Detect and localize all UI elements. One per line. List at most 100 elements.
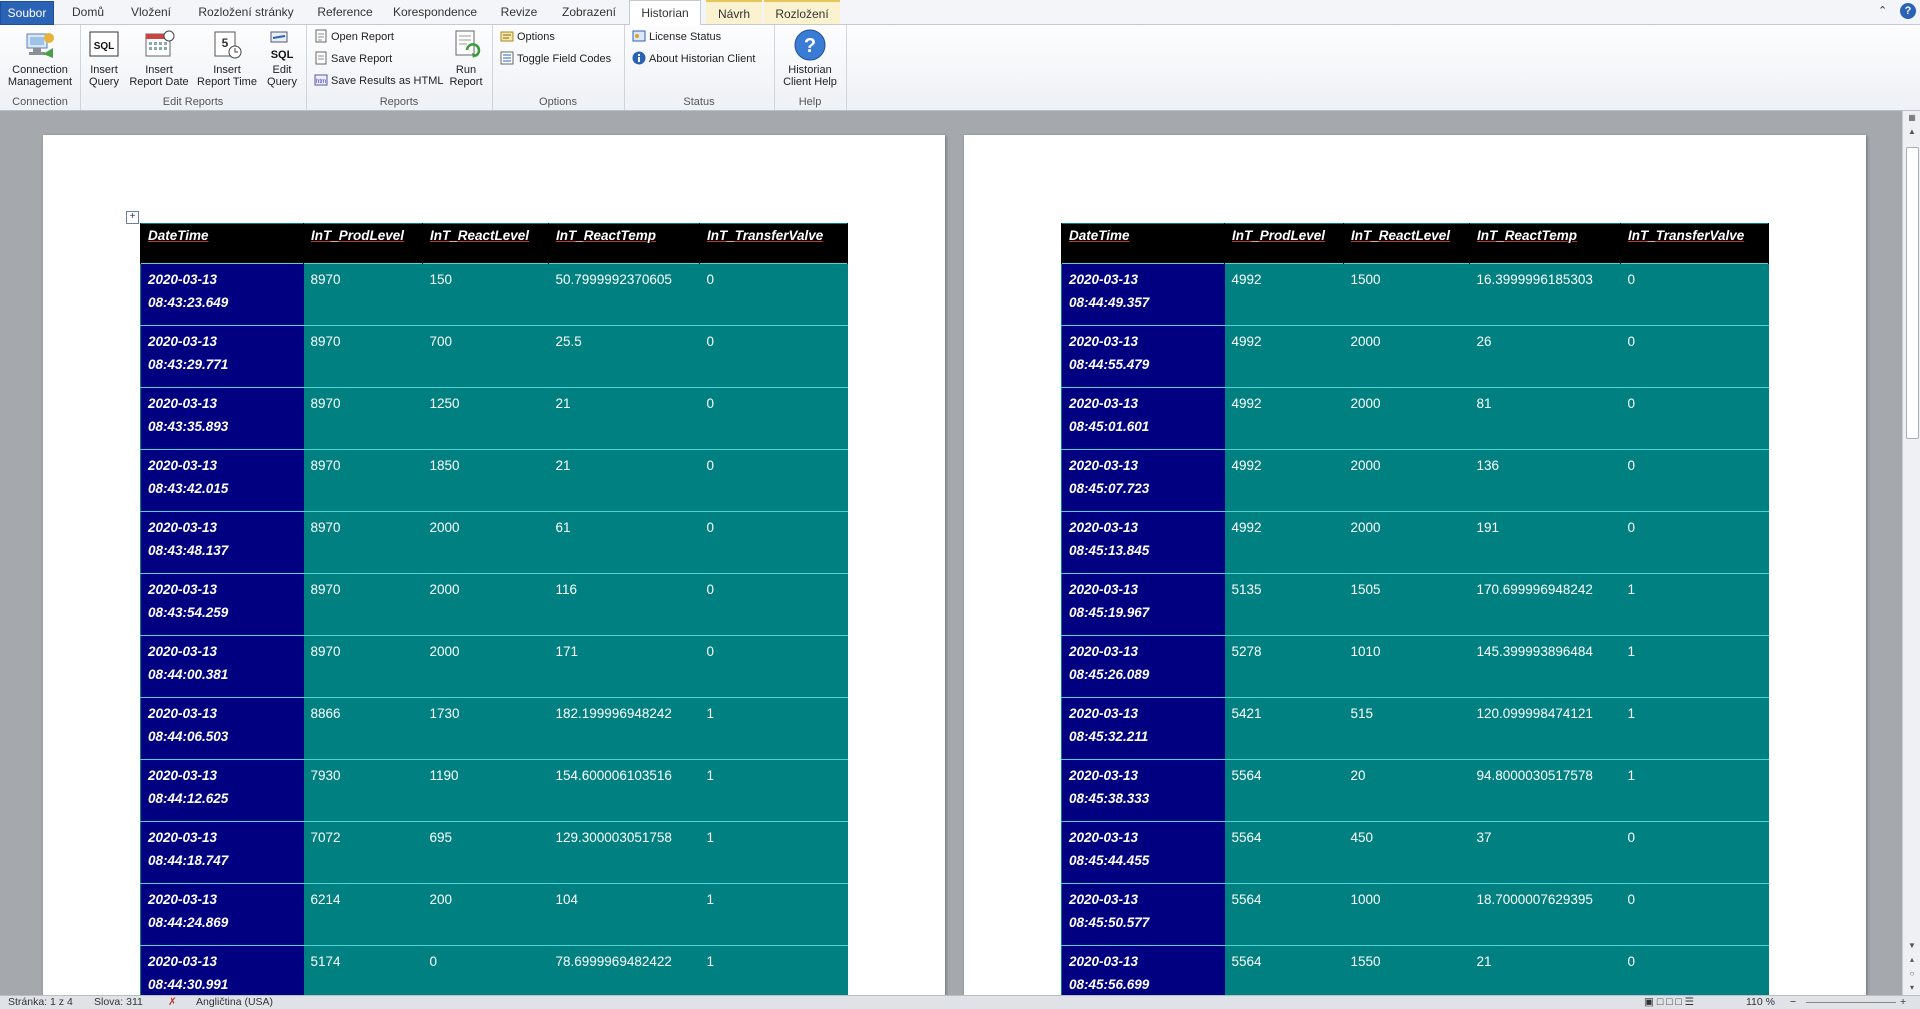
scroll-up-icon[interactable]: ▲ <box>1903 125 1920 139</box>
cell-reactlevel[interactable]: 2000 <box>1343 325 1470 388</box>
vertical-scrollbar[interactable]: ▦ ▲ ▼ ▴ ○ ▾ <box>1902 111 1920 995</box>
cell-datetime[interactable]: 2020-03-13 08:45:01.601 <box>1061 387 1225 450</box>
view-buttons[interactable]: ▣ □ □ □ ☰ <box>1644 996 1694 1009</box>
cell-reacttemp[interactable]: 154.600006103516 <box>548 759 700 822</box>
cell-prodlevel[interactable]: 7072 <box>303 821 423 884</box>
tab-vlozeni[interactable]: Vložení <box>120 0 182 24</box>
cell-datetime[interactable]: 2020-03-13 08:43:23.649 <box>140 263 304 326</box>
about-historian-client-button[interactable]: About Historian Client <box>632 50 755 68</box>
cell-datetime[interactable]: 2020-03-13 08:44:30.991 <box>140 945 304 995</box>
cell-datetime[interactable]: 2020-03-13 08:44:55.479 <box>1061 325 1225 388</box>
cell-reactlevel[interactable]: 1500 <box>1343 263 1470 326</box>
cell-prodlevel[interactable]: 4992 <box>1224 325 1344 388</box>
cell-datetime[interactable]: 2020-03-13 08:45:19.967 <box>1061 573 1225 636</box>
cell-reacttemp[interactable]: 21 <box>548 387 700 450</box>
cell-transfervalve[interactable]: 0 <box>1620 449 1769 512</box>
cell-prodlevel[interactable]: 7930 <box>303 759 423 822</box>
cell-reacttemp[interactable]: 120.099998474121 <box>1469 697 1621 760</box>
cell-reacttemp[interactable]: 21 <box>1469 945 1621 995</box>
cell-reactlevel[interactable]: 515 <box>1343 697 1470 760</box>
report-table-page-2[interactable]: DateTime InT_ProdLevel InT_ReactLevel In… <box>1061 223 1769 995</box>
cell-datetime[interactable]: 2020-03-13 08:45:44.455 <box>1061 821 1225 884</box>
cell-prodlevel[interactable]: 8970 <box>303 449 423 512</box>
cell-datetime[interactable]: 2020-03-13 08:45:26.089 <box>1061 635 1225 698</box>
cell-reactlevel[interactable]: 20 <box>1343 759 1470 822</box>
cell-datetime[interactable]: 2020-03-13 08:44:49.357 <box>1061 263 1225 326</box>
cell-transfervalve[interactable]: 0 <box>699 511 848 574</box>
page-2[interactable]: DateTime InT_ProdLevel InT_ReactLevel In… <box>964 135 1866 995</box>
tab-rozlozeni[interactable]: Rozložení <box>764 0 840 24</box>
cell-transfervalve[interactable]: 1 <box>699 697 848 760</box>
previous-page-icon[interactable]: ▴ <box>1903 953 1920 967</box>
cell-reacttemp[interactable]: 25.5 <box>548 325 700 388</box>
cell-transfervalve[interactable]: 0 <box>1620 387 1769 450</box>
cell-datetime[interactable]: 2020-03-13 08:44:12.625 <box>140 759 304 822</box>
cell-transfervalve[interactable]: 1 <box>699 759 848 822</box>
cell-reactlevel[interactable]: 695 <box>422 821 549 884</box>
cell-reacttemp[interactable]: 18.7000007629395 <box>1469 883 1621 946</box>
cell-transfervalve[interactable]: 0 <box>1620 263 1769 326</box>
cell-datetime[interactable]: 2020-03-13 08:45:13.845 <box>1061 511 1225 574</box>
cell-datetime[interactable]: 2020-03-13 08:44:00.381 <box>140 635 304 698</box>
cell-datetime[interactable]: 2020-03-13 08:45:56.699 <box>1061 945 1225 995</box>
cell-reacttemp[interactable]: 129.300003051758 <box>548 821 700 884</box>
cell-reacttemp[interactable]: 170.699996948242 <box>1469 573 1621 636</box>
cell-reacttemp[interactable]: 136 <box>1469 449 1621 512</box>
word-count-status[interactable]: Slova: 311 <box>94 996 143 1009</box>
tab-soubor[interactable]: Soubor <box>0 1 54 25</box>
save-report-button[interactable]: Save Report <box>314 50 392 68</box>
select-browse-object-icon[interactable]: ○ <box>1903 967 1920 981</box>
cell-reacttemp[interactable]: 182.199996948242 <box>548 697 700 760</box>
tab-reference[interactable]: Reference <box>310 0 380 24</box>
tab-zobrazeni[interactable]: Zobrazení <box>554 0 624 24</box>
cell-transfervalve[interactable]: 0 <box>1620 821 1769 884</box>
cell-reacttemp[interactable]: 191 <box>1469 511 1621 574</box>
cell-prodlevel[interactable]: 5564 <box>1224 945 1344 995</box>
cell-reactlevel[interactable]: 1250 <box>422 387 549 450</box>
document-area[interactable]: + DateTime InT_ProdLevel InT_ReactLevel … <box>0 111 1902 995</box>
tab-rozlozeni-stranky[interactable]: Rozložení stránky <box>186 0 306 24</box>
cell-reacttemp[interactable]: 21 <box>548 449 700 512</box>
cell-datetime[interactable]: 2020-03-13 08:43:35.893 <box>140 387 304 450</box>
cell-transfervalve[interactable]: 1 <box>699 883 848 946</box>
table-move-handle-icon[interactable]: + <box>126 211 139 224</box>
cell-prodlevel[interactable]: 5135 <box>1224 573 1344 636</box>
insert-report-time-button[interactable]: 5 Insert Report Time <box>194 28 260 88</box>
cell-transfervalve[interactable]: 1 <box>699 945 848 995</box>
cell-transfervalve[interactable]: 0 <box>1620 883 1769 946</box>
cell-datetime[interactable]: 2020-03-13 08:45:50.577 <box>1061 883 1225 946</box>
ruler-toggle-icon[interactable]: ▦ <box>1903 111 1920 125</box>
cell-transfervalve[interactable]: 0 <box>699 387 848 450</box>
scrollbar-thumb[interactable] <box>1906 147 1919 439</box>
cell-datetime[interactable]: 2020-03-13 08:45:32.211 <box>1061 697 1225 760</box>
cell-transfervalve[interactable]: 0 <box>1620 945 1769 995</box>
cell-transfervalve[interactable]: 0 <box>699 263 848 326</box>
options-button[interactable]: Options <box>500 28 555 46</box>
zoom-slider[interactable] <box>1806 1002 1896 1003</box>
cell-transfervalve[interactable]: 0 <box>1620 511 1769 574</box>
page-1[interactable]: + DateTime InT_ProdLevel InT_ReactLevel … <box>43 135 945 995</box>
cell-prodlevel[interactable]: 4992 <box>1224 387 1344 450</box>
cell-reacttemp[interactable]: 171 <box>548 635 700 698</box>
cell-prodlevel[interactable]: 8866 <box>303 697 423 760</box>
cell-transfervalve[interactable]: 1 <box>1620 573 1769 636</box>
cell-prodlevel[interactable]: 4992 <box>1224 449 1344 512</box>
cell-reactlevel[interactable]: 2000 <box>1343 511 1470 574</box>
cell-reactlevel[interactable]: 150 <box>422 263 549 326</box>
cell-transfervalve[interactable]: 0 <box>699 449 848 512</box>
cell-reacttemp[interactable]: 26 <box>1469 325 1621 388</box>
cell-transfervalve[interactable]: 1 <box>699 821 848 884</box>
cell-datetime[interactable]: 2020-03-13 08:44:06.503 <box>140 697 304 760</box>
tab-korespondence[interactable]: Korespondence <box>386 0 484 24</box>
tab-navrh[interactable]: Návrh <box>706 0 762 24</box>
cell-reactlevel[interactable]: 1730 <box>422 697 549 760</box>
insert-report-date-button[interactable]: Insert Report Date <box>126 28 192 88</box>
cell-reacttemp[interactable]: 81 <box>1469 387 1621 450</box>
cell-reactlevel[interactable]: 0 <box>422 945 549 995</box>
cell-reacttemp[interactable]: 16.3999996185303 <box>1469 263 1621 326</box>
cell-transfervalve[interactable]: 0 <box>699 635 848 698</box>
cell-datetime[interactable]: 2020-03-13 08:44:24.869 <box>140 883 304 946</box>
language-status[interactable]: Angličtina (USA) <box>196 996 273 1009</box>
cell-reacttemp[interactable]: 94.8000030517578 <box>1469 759 1621 822</box>
historian-client-help-button[interactable]: ? Historian Client Help <box>776 28 844 88</box>
